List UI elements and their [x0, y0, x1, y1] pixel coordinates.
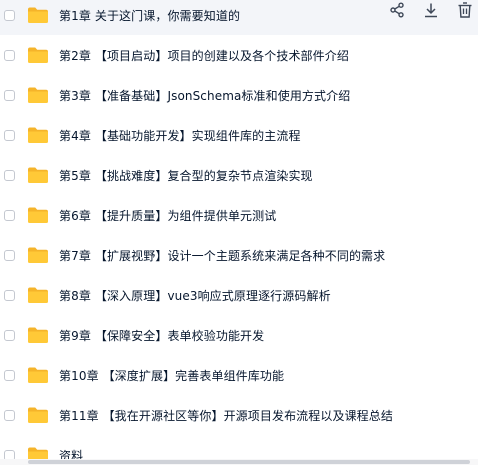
folder-icon: [27, 366, 49, 384]
file-row[interactable]: 第8章 【深入原理】vue3响应式原理逐行源码解析: [0, 275, 478, 315]
file-name[interactable]: 第5章 【挑战难度】复合型的复杂节点渲染实现: [59, 167, 313, 184]
row-checkbox[interactable]: [4, 249, 15, 261]
download-icon[interactable]: [421, 0, 441, 20]
folder-icon: [27, 286, 49, 304]
trash-icon[interactable]: [455, 0, 475, 20]
row-checkbox[interactable]: [4, 129, 15, 141]
row-checkbox[interactable]: [4, 49, 15, 61]
file-list: 第1章 关于这门课，你需要知道的 第2章 【项目启动】项目的创建以及各个技术部件…: [0, 0, 478, 465]
file-name[interactable]: 第6章 【提升质量】为组件提供单元测试: [59, 207, 276, 224]
row-checkbox[interactable]: [4, 329, 15, 341]
file-row[interactable]: 第2章 【项目启动】项目的创建以及各个技术部件介绍: [0, 35, 478, 75]
scrollbar-thumb[interactable]: [28, 460, 470, 464]
folder-icon: [27, 326, 49, 344]
row-checkbox[interactable]: [4, 289, 15, 301]
row-checkbox[interactable]: [4, 169, 15, 181]
folder-icon: [27, 406, 49, 424]
row-actions: [387, 0, 475, 20]
folder-icon: [27, 6, 49, 24]
folder-icon: [27, 86, 49, 104]
file-name[interactable]: 第11章 【我在开源社区等你】开源项目发布流程以及课程总结: [59, 407, 393, 424]
file-row[interactable]: 第3章 【准备基础】JsonSchema标准和使用方式介绍: [0, 75, 478, 115]
file-row[interactable]: 第10章 【深度扩展】完善表单组件库功能: [0, 355, 478, 395]
folder-icon: [27, 46, 49, 64]
file-row[interactable]: 第5章 【挑战难度】复合型的复杂节点渲染实现: [0, 155, 478, 195]
file-row[interactable]: 第11章 【我在开源社区等你】开源项目发布流程以及课程总结: [0, 395, 478, 435]
share-icon[interactable]: [387, 0, 407, 20]
folder-icon: [27, 246, 49, 264]
file-name[interactable]: 第4章 【基础功能开发】实现组件库的主流程: [59, 127, 301, 144]
file-row[interactable]: 第7章 【扩展视野】设计一个主题系统来满足各种不同的需求: [0, 235, 478, 275]
folder-icon: [27, 126, 49, 144]
file-row[interactable]: 第9章 【保障安全】表单校验功能开发: [0, 315, 478, 355]
file-row[interactable]: 第4章 【基础功能开发】实现组件库的主流程: [0, 115, 478, 155]
folder-icon: [27, 166, 49, 184]
row-checkbox[interactable]: [4, 369, 15, 381]
file-name[interactable]: 第10章 【深度扩展】完善表单组件库功能: [59, 367, 284, 384]
file-name[interactable]: 第1章 关于这门课，你需要知道的: [59, 7, 240, 24]
row-checkbox[interactable]: [4, 9, 15, 21]
horizontal-scrollbar[interactable]: [0, 459, 478, 465]
file-row[interactable]: 第6章 【提升质量】为组件提供单元测试: [0, 195, 478, 235]
file-name[interactable]: 第8章 【深入原理】vue3响应式原理逐行源码解析: [59, 287, 331, 304]
file-name[interactable]: 第2章 【项目启动】项目的创建以及各个技术部件介绍: [59, 47, 349, 64]
row-checkbox[interactable]: [4, 89, 15, 101]
file-name[interactable]: 第9章 【保障安全】表单校验功能开发: [59, 327, 264, 344]
row-checkbox[interactable]: [4, 209, 15, 221]
row-checkbox[interactable]: [4, 409, 15, 421]
file-name[interactable]: 第7章 【扩展视野】设计一个主题系统来满足各种不同的需求: [59, 247, 385, 264]
file-name[interactable]: 第3章 【准备基础】JsonSchema标准和使用方式介绍: [59, 87, 350, 104]
file-row[interactable]: 第1章 关于这门课，你需要知道的: [0, 0, 478, 35]
folder-icon: [27, 206, 49, 224]
